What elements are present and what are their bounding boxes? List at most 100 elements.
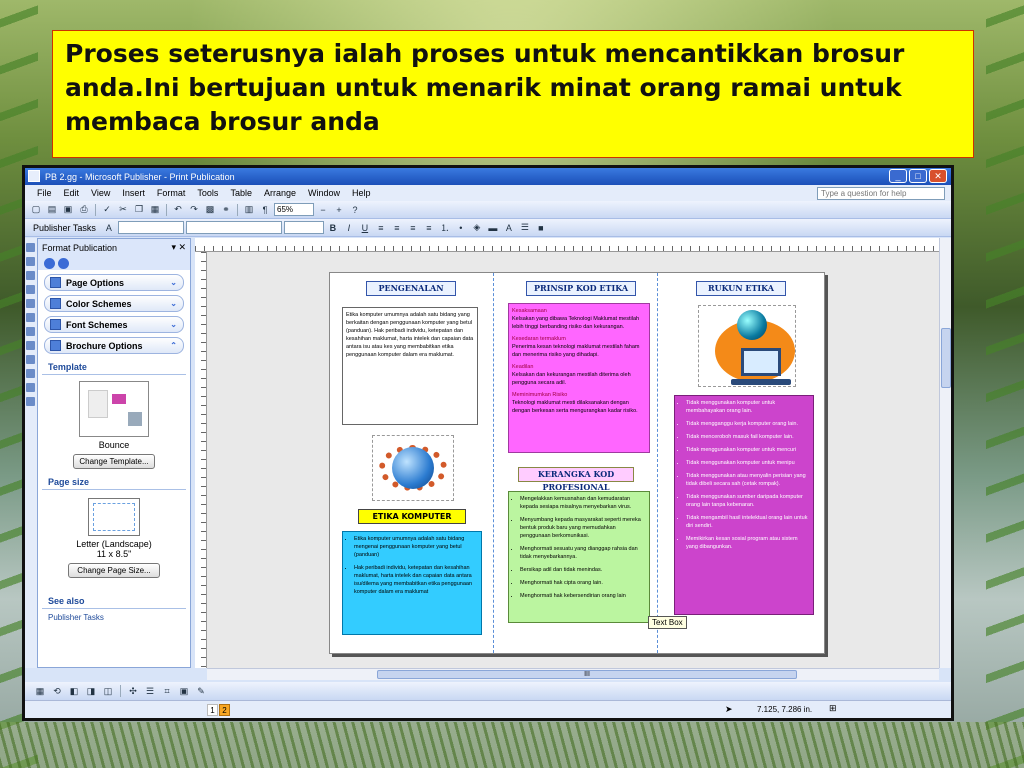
redo-icon[interactable]: ↷ (187, 203, 201, 217)
font-size-combo[interactable] (283, 221, 324, 234)
save-icon[interactable]: ▣ (61, 203, 75, 217)
spelling-icon[interactable]: ✓ (100, 203, 114, 217)
picture-tool-icon[interactable] (26, 299, 35, 308)
menu-help[interactable]: Help (352, 188, 371, 198)
help-search-input[interactable]: Type a question for help (817, 187, 945, 200)
page-size-thumbnail[interactable] (88, 498, 140, 536)
line-tool-icon[interactable] (26, 313, 35, 322)
etika-komputer-text-box[interactable]: Etika komputer umumnya adalah satu bidan… (342, 531, 482, 635)
close-pane-icon[interactable]: ▾ ✕ (171, 242, 186, 253)
style-combo[interactable] (117, 221, 184, 234)
rukun-etika-text-box[interactable]: Tidak menggunakan komputer untuk membaha… (674, 395, 814, 615)
help-icon[interactable]: ? (348, 203, 362, 217)
intro-text-box[interactable]: Etika komputer umumnya adalah satu bidan… (342, 307, 478, 425)
font-combo[interactable] (185, 221, 282, 234)
bold-icon[interactable]: B (326, 221, 340, 235)
vertical-scroll-thumb[interactable] (941, 328, 951, 388)
menu-arrange[interactable]: Arrange (264, 188, 296, 198)
nudge-icon[interactable]: ✣ (126, 684, 140, 698)
align-right-icon[interactable]: ≡ (406, 221, 420, 235)
line-color-icon[interactable]: ▬ (486, 221, 500, 235)
kerangka-text-box[interactable]: Mengelakkan kemusnahan dan kemudaratan k… (508, 491, 650, 623)
menu-format[interactable]: Format (157, 188, 186, 198)
page-tab-1[interactable]: 1 (207, 704, 218, 716)
publisher-tasks-button[interactable]: Publisher Tasks (29, 221, 100, 235)
template-thumbnail[interactable] (79, 381, 149, 437)
font-schemes-button[interactable]: Font Schemes ⌄ (44, 316, 184, 333)
design-gallery-icon[interactable] (26, 397, 35, 406)
wordart-tool-icon[interactable] (26, 285, 35, 294)
line-style-icon[interactable]: ☰ (518, 221, 532, 235)
cut-icon[interactable]: ✂ (116, 203, 130, 217)
pengenalan-title[interactable]: PENGENALAN (366, 281, 456, 296)
open-icon[interactable]: ▤ (45, 203, 59, 217)
prinsip-text-box[interactable]: Kesaksamaan Kelsakan yang dibawa Teknolog… (508, 303, 650, 453)
etika-komputer-title[interactable]: ETIKA KOMPUTER (358, 509, 466, 524)
numbering-icon[interactable]: ⒈ (438, 221, 452, 235)
justify-icon[interactable]: ≡ (422, 221, 436, 235)
minimize-button[interactable]: _ (889, 169, 907, 183)
maximize-button[interactable]: □ (909, 169, 927, 183)
copy-icon[interactable]: ❐ (132, 203, 146, 217)
table-tool-icon[interactable] (26, 271, 35, 280)
rotate-icon[interactable]: ⟲ (50, 684, 64, 698)
vertical-scrollbar[interactable] (939, 238, 951, 668)
horizontal-ruler[interactable] (195, 238, 939, 252)
rukun-etika-title[interactable]: RUKUN ETIKA (696, 281, 786, 296)
horizontal-scroll-thumb[interactable]: III (377, 670, 797, 679)
bring-front-icon[interactable]: ◧ (67, 684, 81, 698)
menu-table[interactable]: Table (230, 188, 252, 198)
back-icon[interactable] (44, 257, 55, 269)
insert-picture-icon[interactable]: ▩ (203, 203, 217, 217)
print-icon[interactable]: ⎙ (77, 203, 91, 217)
prinsip-kod-etika-title[interactable]: PRINSIP KOD ETIKA (526, 281, 636, 296)
arrow-tool-icon[interactable] (26, 327, 35, 336)
autoshapes-tool-icon[interactable] (26, 369, 35, 378)
align-icon[interactable]: ◫ (101, 684, 115, 698)
menu-file[interactable]: File (37, 188, 52, 198)
change-page-size-button[interactable]: Change Page Size... (68, 563, 160, 578)
menu-edit[interactable]: Edit (64, 188, 80, 198)
send-back-icon[interactable]: ◨ (84, 684, 98, 698)
picture-format-icon[interactable]: ▣ (177, 684, 191, 698)
select-tool-icon[interactable] (26, 243, 35, 252)
oval-tool-icon[interactable] (26, 341, 35, 350)
menu-window[interactable]: Window (308, 188, 340, 198)
style-icon[interactable]: A (102, 221, 116, 235)
close-button[interactable]: ✕ (929, 169, 947, 183)
horizontal-scrollbar[interactable]: III (207, 668, 939, 680)
menu-tools[interactable]: Tools (197, 188, 218, 198)
hotspot-tool-icon[interactable] (26, 383, 35, 392)
kerangka-kod-title[interactable]: KERANGKA KOD PROFESIONAL (518, 467, 634, 492)
menu-insert[interactable]: Insert (122, 188, 145, 198)
page-tab-2[interactable]: 2 (219, 704, 230, 716)
undo-icon[interactable]: ↶ (171, 203, 185, 217)
align-left-icon[interactable]: ≡ (374, 221, 388, 235)
text-box-tool-icon[interactable] (26, 257, 35, 266)
crop-icon[interactable]: ⌗ (160, 684, 174, 698)
shadow-icon[interactable]: ■ (534, 221, 548, 235)
color-schemes-button[interactable]: Color Schemes ⌄ (44, 295, 184, 312)
forward-icon[interactable] (58, 257, 69, 269)
new-icon[interactable]: ▢ (29, 203, 43, 217)
zoom-in-icon[interactable]: + (332, 203, 346, 217)
zoom-out-icon[interactable]: − (316, 203, 330, 217)
people-globe-image[interactable] (372, 435, 454, 501)
paste-icon[interactable]: ▦ (148, 203, 162, 217)
pilcrow-icon[interactable]: ¶ (258, 203, 272, 217)
zoom-select[interactable]: 65% (274, 203, 314, 216)
align-center-icon[interactable]: ≡ (390, 221, 404, 235)
hyperlink-icon[interactable]: ⚭ (219, 203, 233, 217)
menu-view[interactable]: View (91, 188, 110, 198)
line-weight-icon[interactable]: ☰ (143, 684, 157, 698)
change-template-button[interactable]: Change Template... (73, 454, 155, 469)
computer-globe-image[interactable] (698, 305, 796, 387)
recolor-icon[interactable]: ✎ (194, 684, 208, 698)
page-options-button[interactable]: Page Options ⌄ (44, 274, 184, 291)
publisher-tasks-link[interactable]: Publisher Tasks (38, 613, 190, 622)
bullets-icon[interactable]: • (454, 221, 468, 235)
title-bar[interactable]: PB 2.gg - Microsoft Publisher - Print Pu… (25, 168, 951, 185)
rectangle-tool-icon[interactable] (26, 355, 35, 364)
font-color-icon[interactable]: A (502, 221, 516, 235)
underline-icon[interactable]: U (358, 221, 372, 235)
